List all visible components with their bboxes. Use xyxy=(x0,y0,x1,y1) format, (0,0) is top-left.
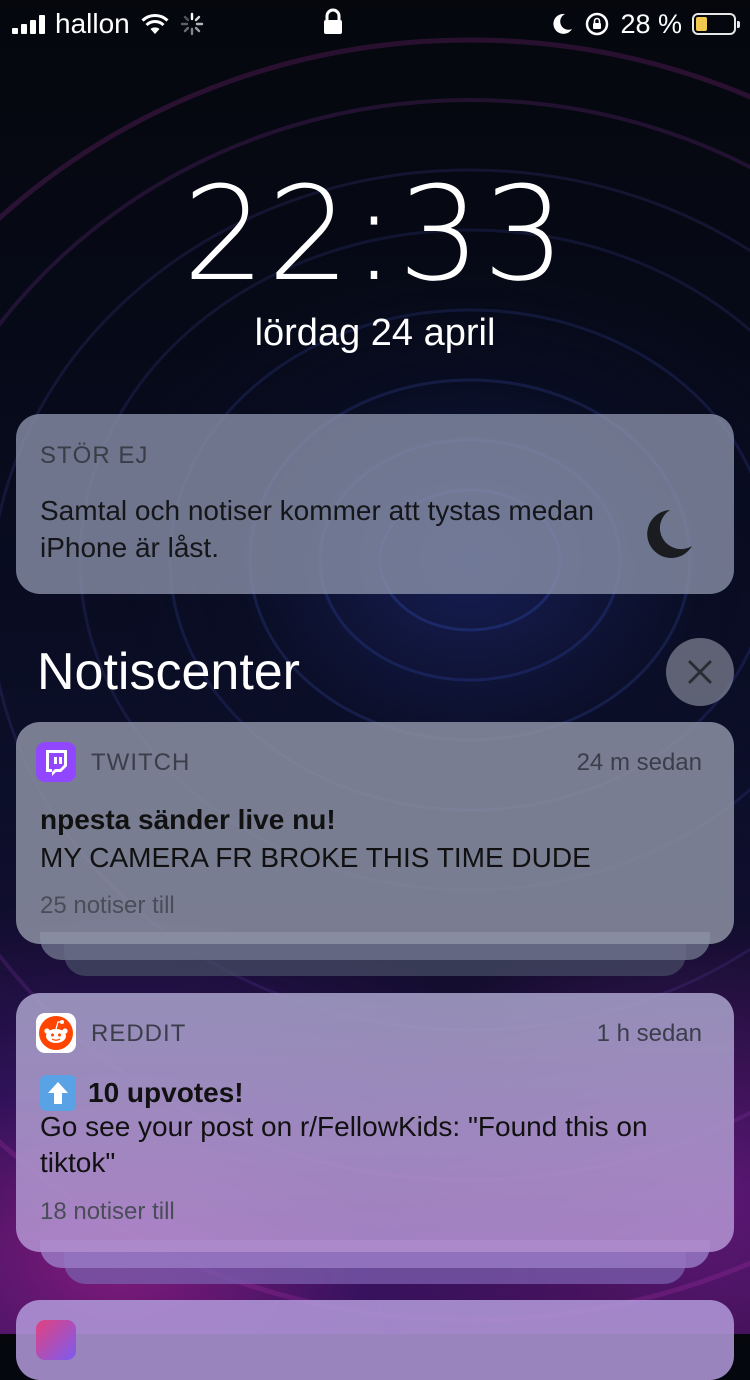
lock-icon xyxy=(324,8,342,34)
shortcuts-icon xyxy=(36,1320,76,1360)
dnd-text: Samtal och notiser kommer att tystas med… xyxy=(40,495,594,563)
notification-title: 10 upvotes! xyxy=(88,1077,244,1108)
notification-more-count: 18 notiser till xyxy=(40,1198,175,1225)
up-arrow-icon xyxy=(40,1075,76,1111)
battery-icon xyxy=(692,13,740,35)
notification-body: MY CAMERA FR BROKE THIS TIME DUDE xyxy=(40,842,591,873)
carrier-name: hallon xyxy=(55,8,130,39)
lock-screen-date: lördag 24 april xyxy=(254,312,496,354)
rotation-lock-icon xyxy=(586,12,609,36)
moon-icon xyxy=(553,13,573,34)
wifi-icon xyxy=(141,13,169,34)
activity-spinner-icon xyxy=(180,12,203,36)
reddit-icon xyxy=(36,1013,76,1053)
signal-icon xyxy=(12,14,45,34)
notification-app-name: TWITCH xyxy=(91,749,191,776)
twitch-icon xyxy=(36,742,76,782)
notification-more-count: 25 notiser till xyxy=(40,892,175,919)
notification-time: 24 m sedan xyxy=(576,749,702,776)
close-icon xyxy=(688,660,712,684)
notification-body: Go see your post on r/FellowKids: "Found… xyxy=(40,1111,648,1178)
do-not-disturb-banner[interactable]: STÖR EJ Samtal och notiser kommer att ty… xyxy=(16,414,734,594)
battery-percent: 28 % xyxy=(620,8,682,39)
notification-title-row: 10 upvotes! xyxy=(40,1075,244,1111)
notification-time: 1 h sedan xyxy=(596,1020,702,1047)
notification-twitch[interactable]: TWITCH 24 m sedan npesta sänder live nu!… xyxy=(16,722,734,944)
notification-reddit[interactable]: REDDIT 1 h sedan 10 upvotes! Go see your… xyxy=(16,993,734,1252)
notification-center-title: Notiscenter xyxy=(37,643,300,701)
notification-app-name: REDDIT xyxy=(91,1020,187,1047)
moon-icon xyxy=(647,510,692,558)
dnd-title: STÖR EJ xyxy=(40,442,149,469)
notification-partial[interactable] xyxy=(16,1300,734,1380)
clear-notifications-button[interactable] xyxy=(666,638,734,706)
status-bar: hallon 28 % xyxy=(0,0,750,48)
notification-title: npesta sänder live nu! xyxy=(40,804,336,835)
lock-screen-time: 22:33 xyxy=(182,158,568,310)
